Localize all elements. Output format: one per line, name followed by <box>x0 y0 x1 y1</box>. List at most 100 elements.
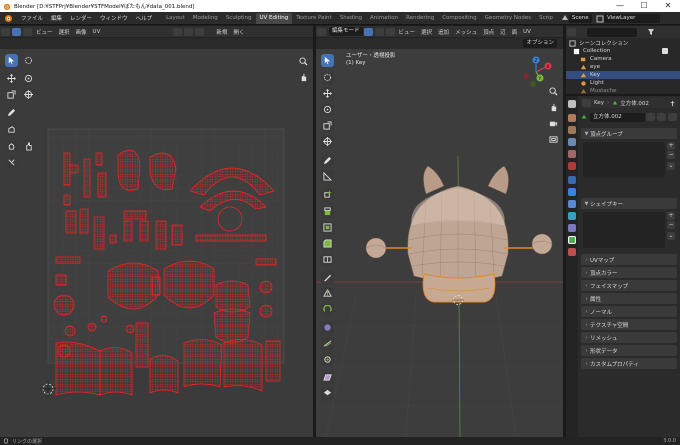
tab-geometry-nodes[interactable]: Geometry Nodes <box>481 13 535 24</box>
uv-annotate-tool[interactable] <box>5 106 18 119</box>
tab-layout[interactable]: Layout <box>162 13 189 24</box>
bevel-tool[interactable] <box>321 237 334 250</box>
properties-area[interactable]: Key › 立方体.002 立方体.002 ▼ 頂点グループ + − ⌄ ▼ シェイ… <box>566 96 680 437</box>
shrink-fatten-tool[interactable] <box>321 353 334 366</box>
pivot-icon[interactable] <box>173 27 183 36</box>
add-vertex-group-button[interactable]: + <box>667 142 675 150</box>
outliner-item-mustache[interactable]: Mustache <box>566 87 680 94</box>
add-shape-key-button[interactable]: + <box>667 212 675 220</box>
editor-type-icon[interactable] <box>1 27 10 36</box>
vertex-group-menu-button[interactable]: ⌄ <box>667 162 675 170</box>
panel-normals[interactable]: › ノーマル <box>581 306 677 317</box>
add-cube-tool[interactable] <box>321 188 334 201</box>
fake-user-icon[interactable] <box>646 113 655 121</box>
menu-edit[interactable]: 編集 <box>47 14 66 22</box>
uv-transform-tool[interactable] <box>22 88 35 101</box>
outliner-item-light[interactable]: Light <box>566 79 680 87</box>
uv-menu-image[interactable]: 画像 <box>73 28 90 36</box>
move-tool[interactable] <box>321 87 334 100</box>
tab-compositing[interactable]: Compositing <box>438 13 480 24</box>
spin-tool[interactable] <box>321 303 334 316</box>
tab-sculpting[interactable]: Sculpting <box>222 13 256 24</box>
rip-region-tool[interactable] <box>321 387 334 400</box>
uv-move-tool[interactable] <box>5 72 18 85</box>
uv-sync-icon[interactable] <box>23 27 32 36</box>
pin-icon[interactable] <box>669 100 676 107</box>
outliner-search-field[interactable] <box>587 27 637 37</box>
panel-texture-space[interactable]: › テクスチャ空間 <box>581 319 677 330</box>
edge-slide-tool[interactable] <box>321 337 334 350</box>
blender-menu-icon[interactable] <box>3 13 13 23</box>
filter-icon[interactable] <box>647 28 655 36</box>
panel-shape-data[interactable]: › 形状データ <box>581 345 677 356</box>
uv-relax-tool[interactable] <box>5 140 18 153</box>
menu-help[interactable]: ヘルプ <box>132 14 157 22</box>
uv-select-mode-icon[interactable] <box>12 27 21 36</box>
loop-cut-tool[interactable] <box>321 253 334 266</box>
uv-rip-tool[interactable] <box>5 156 18 169</box>
constraints-tab-icon[interactable] <box>568 224 576 232</box>
shear-tool[interactable] <box>321 371 334 384</box>
outliner-item-camera[interactable]: Camera <box>566 55 680 63</box>
tab-modeling[interactable]: Modeling <box>189 13 222 24</box>
outliner-item-key[interactable]: Key <box>566 71 680 79</box>
measure-tool[interactable] <box>321 170 334 183</box>
viewport-canvas[interactable]: X Y Z <box>316 26 563 437</box>
view-layer-tab-icon[interactable] <box>568 138 576 146</box>
tab-texture-paint[interactable]: Texture Paint <box>292 13 336 24</box>
close-button[interactable]: ✕ <box>656 0 680 12</box>
panel-remesh[interactable]: › リメッシュ <box>581 332 677 343</box>
menu-file[interactable]: ファイル <box>17 14 47 22</box>
outliner-item-collection[interactable]: Collection <box>566 47 680 55</box>
cursor-tool[interactable] <box>321 71 334 84</box>
select-box-tool[interactable] <box>321 54 334 67</box>
knife-tool[interactable] <box>321 271 334 284</box>
poly-build-tool[interactable] <box>321 287 334 300</box>
scale-tool[interactable] <box>321 119 334 132</box>
menu-render[interactable]: レンダー <box>66 14 96 22</box>
maximize-button[interactable]: ☐ <box>632 0 656 12</box>
shape-key-list[interactable] <box>583 212 665 248</box>
vertex-group-list[interactable] <box>583 142 665 178</box>
data-tab-icon[interactable] <box>568 236 576 244</box>
minimize-button[interactable]: — <box>608 0 632 12</box>
uv-menu-uv[interactable]: UV <box>90 29 104 35</box>
collection-visibility-checkbox[interactable] <box>662 48 668 54</box>
modifier-tab-icon[interactable] <box>568 188 576 196</box>
uv-grab-tool[interactable] <box>5 123 18 136</box>
world-tab-icon[interactable] <box>568 162 576 170</box>
panel-attributes[interactable]: › 属性 <box>581 293 677 304</box>
uv-zoom-icon[interactable] <box>298 56 309 67</box>
outliner-editor-type-icon[interactable] <box>567 28 576 36</box>
uv-editor-area[interactable]: ビュー 選択 画像 UV 新規 開く <box>0 26 313 437</box>
rotate-tool[interactable] <box>321 103 334 116</box>
camera-view-icon[interactable] <box>548 118 559 129</box>
snap-icon[interactable] <box>184 27 194 36</box>
annotate-tool[interactable] <box>321 154 334 167</box>
scene-tab-icon[interactable] <box>568 150 576 158</box>
image-open-button[interactable]: 開く <box>230 28 247 36</box>
panel-face-maps[interactable]: › フェイスマップ <box>581 280 677 291</box>
scene-selector[interactable]: Scene <box>561 13 592 23</box>
uv-scale-tool[interactable] <box>5 88 18 101</box>
scene-name[interactable]: Scene <box>568 13 592 23</box>
tab-uv-editing[interactable]: UV Editing <box>255 12 293 24</box>
inset-tool[interactable] <box>321 221 334 234</box>
tab-scripting[interactable]: Scrip <box>535 13 557 24</box>
outliner-item-eye[interactable]: eye <box>566 63 680 71</box>
uv-cursor-tool[interactable] <box>22 54 35 67</box>
particles-tab-icon[interactable] <box>568 200 576 208</box>
perspective-toggle-icon[interactable] <box>548 134 559 145</box>
transform-tool[interactable] <box>321 135 334 148</box>
render-tab-icon[interactable] <box>568 114 576 122</box>
tab-shading[interactable]: Shading <box>336 13 366 24</box>
2d-cursor-icon[interactable] <box>40 381 56 397</box>
outliner-area[interactable]: シーンコレクション Collection Camera eye Key Ligh… <box>566 26 680 94</box>
tool-tab-icon[interactable] <box>568 100 576 108</box>
3d-viewport-area[interactable]: 編集モード ビュー 選択 追加 メッシュ 頂点 辺 面 UV オプション ユーザ… <box>316 26 563 437</box>
extrude-tool[interactable] <box>321 205 334 218</box>
uv-select-tool[interactable] <box>5 54 18 67</box>
uv-menu-view[interactable]: ビュー <box>33 28 56 36</box>
viewport-zoom-icon[interactable] <box>548 86 559 97</box>
smooth-tool[interactable] <box>321 321 334 334</box>
